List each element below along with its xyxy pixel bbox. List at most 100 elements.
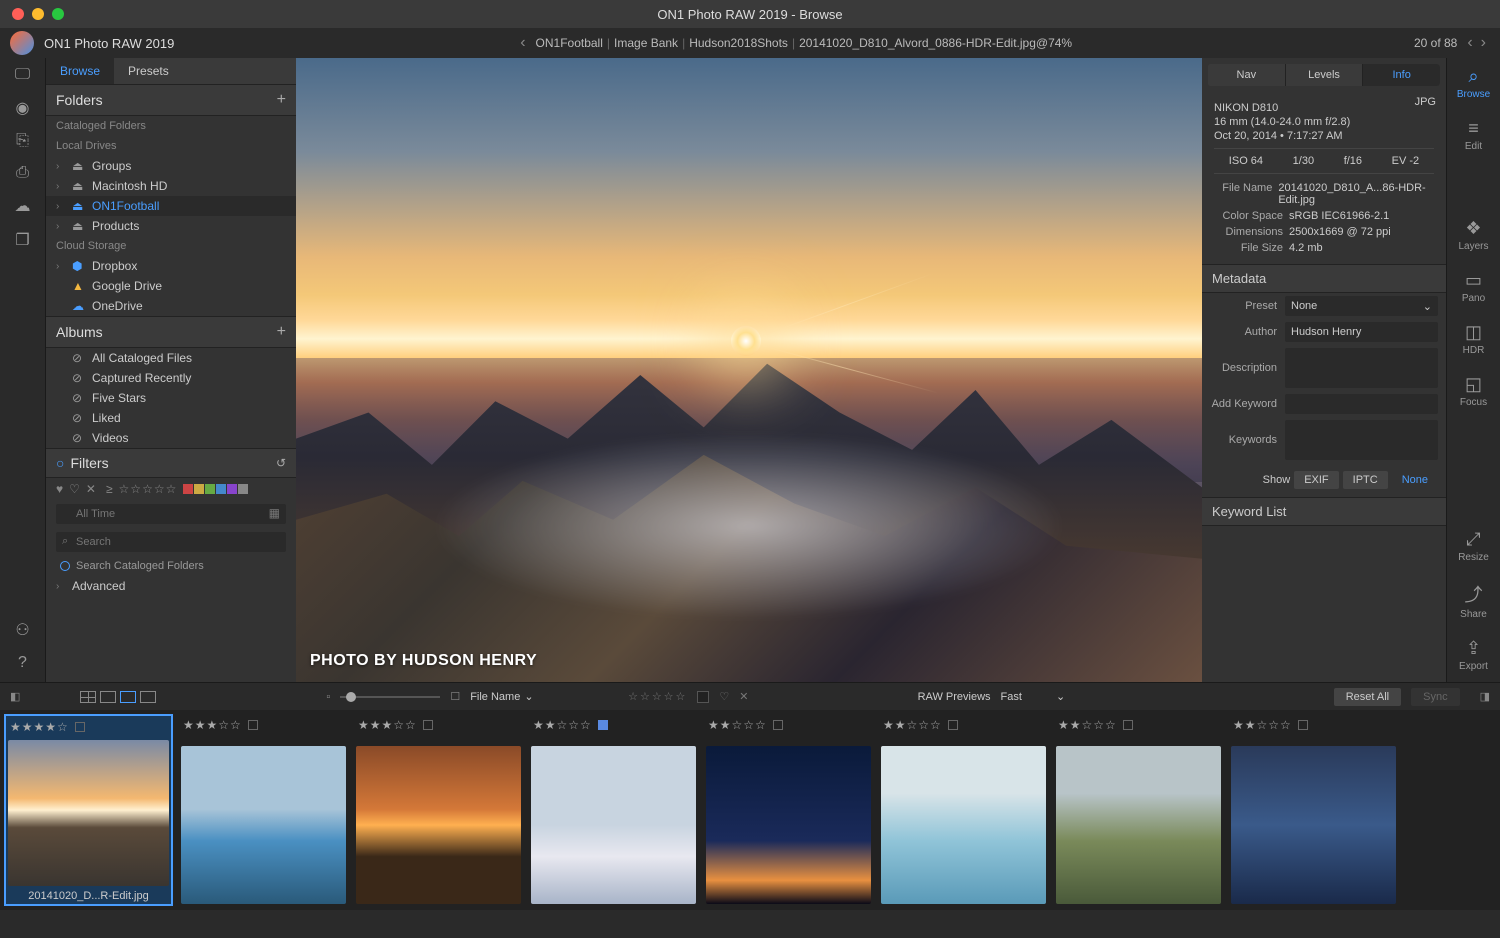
drive-item[interactable]: ›⏏Products xyxy=(46,216,296,236)
rating-stars[interactable]: ☆☆☆☆☆ xyxy=(628,690,687,703)
sync-button[interactable]: Sync xyxy=(1411,688,1459,706)
chip-yellow[interactable] xyxy=(194,484,204,494)
tab-browse[interactable]: Browse xyxy=(46,58,114,84)
mode-export[interactable]: ⇪Export xyxy=(1459,638,1488,672)
thumbnail[interactable]: ★★★☆☆ xyxy=(356,716,521,904)
thumb-image[interactable] xyxy=(881,746,1046,904)
sort-select[interactable]: File Name⌄ xyxy=(470,690,533,703)
rating-filter-bar[interactable]: ♥ ♡ ✕ ≥ ☆☆☆☆☆ xyxy=(46,478,296,500)
close-window-button[interactable] xyxy=(12,8,24,20)
next-image-icon[interactable]: › xyxy=(1477,34,1490,52)
chip-gray[interactable] xyxy=(238,484,248,494)
mode-pano[interactable]: ▭Pano xyxy=(1462,270,1485,304)
tab-nav[interactable]: Nav xyxy=(1208,64,1286,86)
thumb-image[interactable] xyxy=(706,746,871,904)
thumb-color-box[interactable] xyxy=(1298,720,1308,730)
help-icon[interactable]: ? xyxy=(18,654,27,672)
show-exif-button[interactable]: EXIF xyxy=(1294,471,1338,489)
thumb-color-box[interactable] xyxy=(773,720,783,730)
view-filmstrip-icon[interactable] xyxy=(120,691,136,703)
thumbnail[interactable]: ★★☆☆☆ xyxy=(881,716,1046,904)
zoom-fit-icon[interactable]: ▫ xyxy=(326,691,330,703)
thumb-image[interactable] xyxy=(1056,746,1221,904)
toggle-right-panel-icon[interactable]: ◨ xyxy=(1480,690,1490,703)
thumb-stars[interactable]: ★★☆☆☆ xyxy=(1233,718,1292,732)
thumbnail[interactable]: ★★☆☆☆ xyxy=(1231,716,1396,904)
breadcrumb[interactable]: ON1Football| Image Bank| Hudson2018Shots… xyxy=(536,36,1073,50)
author-input[interactable]: Hudson Henry xyxy=(1285,322,1438,342)
filmstrip[interactable]: ★★★★☆20141020_D...R-Edit.jpg★★★☆☆★★★☆☆★★… xyxy=(0,710,1500,910)
metadata-header[interactable]: Metadata xyxy=(1202,264,1446,293)
search-scope-row[interactable]: Search Cataloged Folders xyxy=(46,556,296,576)
album-item[interactable]: ⊘Videos xyxy=(46,428,296,448)
reject-icon[interactable]: ✕ xyxy=(86,482,96,496)
crumb[interactable]: ON1Football xyxy=(536,36,603,50)
thumb-color-box[interactable] xyxy=(248,720,258,730)
date-filter-input[interactable] xyxy=(56,504,286,524)
tab-levels[interactable]: Levels xyxy=(1286,64,1364,86)
view-grid-icon[interactable] xyxy=(80,691,96,703)
cloud-icon[interactable]: ☁ xyxy=(15,196,31,216)
thumb-image[interactable] xyxy=(8,740,169,886)
minimize-window-button[interactable] xyxy=(32,8,44,20)
album-item[interactable]: ⊘Captured Recently xyxy=(46,368,296,388)
breadcrumb-back-icon[interactable]: ‹ xyxy=(516,34,529,52)
view-compare-icon[interactable] xyxy=(140,691,156,703)
search-input[interactable] xyxy=(56,532,286,552)
stars-filter[interactable]: ☆☆☆☆☆ xyxy=(119,482,178,496)
crumb[interactable]: Image Bank xyxy=(614,36,678,50)
thumb-stars[interactable]: ★★☆☆☆ xyxy=(533,718,592,732)
thumb-stars[interactable]: ★★☆☆☆ xyxy=(708,718,767,732)
color-label-box[interactable] xyxy=(697,691,709,703)
heart-outline-icon[interactable]: ♡ xyxy=(69,482,80,496)
raw-preview-select[interactable]: Fast⌄ xyxy=(1001,690,1066,703)
album-item[interactable]: ⊘All Cataloged Files xyxy=(46,348,296,368)
zoom-slider[interactable] xyxy=(340,696,440,698)
thumb-image[interactable] xyxy=(181,746,346,904)
description-input[interactable] xyxy=(1285,348,1438,388)
heart-solid-icon[interactable]: ♥ xyxy=(56,482,63,496)
keywords-input[interactable] xyxy=(1285,420,1438,460)
mode-focus[interactable]: ◱Focus xyxy=(1460,374,1487,408)
thumb-color-box[interactable] xyxy=(1123,720,1133,730)
albums-header[interactable]: Albums + xyxy=(46,316,296,348)
like-icon[interactable]: ♡ xyxy=(719,690,729,703)
filters-header[interactable]: ○Filters ↺ xyxy=(46,448,296,478)
thumb-stars[interactable]: ★★★☆☆ xyxy=(358,718,417,732)
add-folder-icon[interactable]: + xyxy=(277,91,286,109)
monitor-icon[interactable]: 🖵 xyxy=(15,66,30,84)
thumb-color-box[interactable] xyxy=(598,720,608,730)
chip-blue[interactable] xyxy=(216,484,226,494)
stack-icon[interactable]: ❐ xyxy=(15,230,29,250)
cloud-item[interactable]: ☁OneDrive xyxy=(46,296,296,316)
crumb[interactable]: 20141020_D810_Alvord_0886-HDR-Edit.jpg@7… xyxy=(799,36,1072,50)
drive-item[interactable]: ›⏏Macintosh HD xyxy=(46,176,296,196)
chip-red[interactable] xyxy=(183,484,193,494)
thumb-stars[interactable]: ★★☆☆☆ xyxy=(1058,718,1117,732)
thumb-stars[interactable]: ★★☆☆☆ xyxy=(883,718,942,732)
keyword-list-header[interactable]: Keyword List xyxy=(1202,497,1446,526)
view-single-icon[interactable] xyxy=(100,691,116,703)
mode-browse[interactable]: ⌕Browse xyxy=(1457,66,1490,100)
cloud-item[interactable]: ▲Google Drive xyxy=(46,276,296,296)
image-viewer[interactable]: PHOTO BY HUDSON HENRY xyxy=(296,58,1202,682)
prev-image-icon[interactable]: ‹ xyxy=(1463,34,1476,52)
color-label-chips[interactable] xyxy=(183,484,248,494)
thumb-stars[interactable]: ★★★☆☆ xyxy=(183,718,242,732)
reset-filters-icon[interactable]: ↺ xyxy=(276,456,286,470)
reject-icon[interactable]: ✕ xyxy=(739,690,748,703)
tab-info[interactable]: Info xyxy=(1363,64,1440,86)
thumb-image[interactable] xyxy=(1231,746,1396,904)
add-album-icon[interactable]: + xyxy=(277,323,286,341)
printer-icon[interactable]: ⎙ xyxy=(16,164,29,182)
tab-presets[interactable]: Presets xyxy=(114,58,183,84)
add-keyword-input[interactable] xyxy=(1285,394,1438,414)
mode-layers[interactable]: ❖Layers xyxy=(1458,218,1488,252)
thumb-color-box[interactable] xyxy=(423,720,433,730)
crumb[interactable]: Hudson2018Shots xyxy=(689,36,788,50)
toggle-left-panel-icon[interactable]: ◧ xyxy=(10,690,20,703)
thumbnail[interactable]: ★★★☆☆ xyxy=(181,716,346,904)
user-icon[interactable]: ⚇ xyxy=(15,620,29,640)
calendar-icon[interactable]: ▦ xyxy=(269,506,280,520)
thumb-stars[interactable]: ★★★★☆ xyxy=(10,720,69,734)
